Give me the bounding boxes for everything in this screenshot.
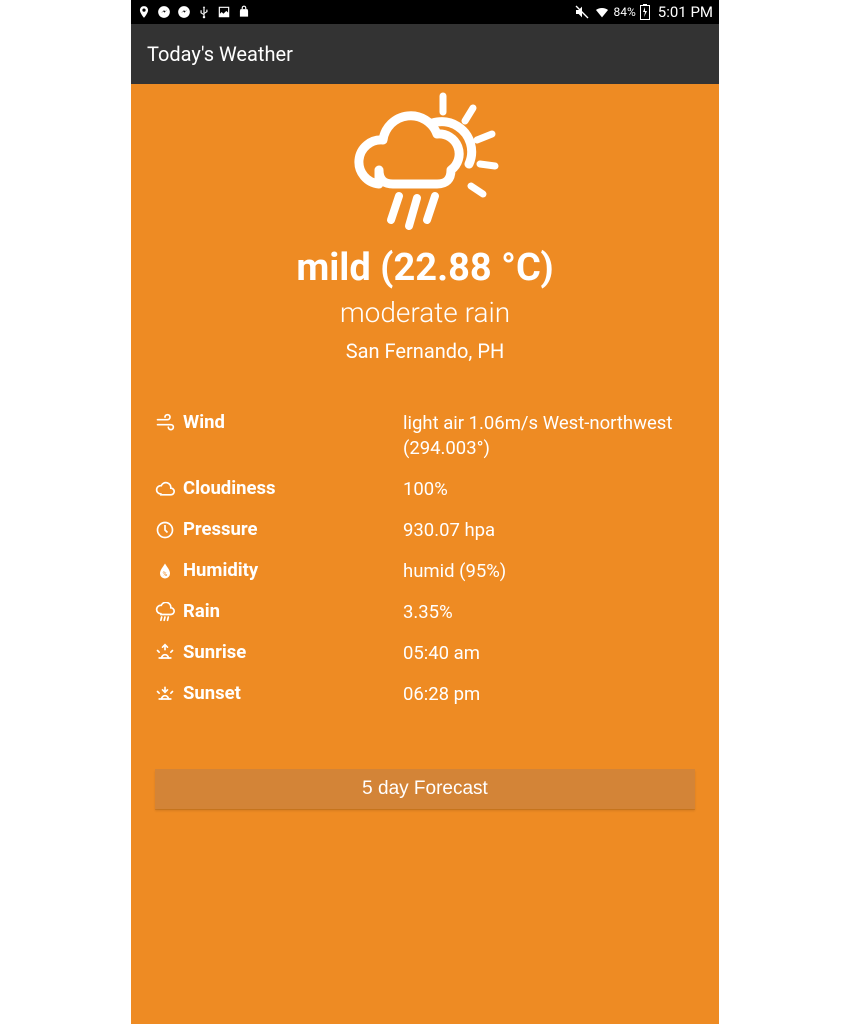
- metric-label: Cloudiness: [183, 477, 403, 499]
- location-icon: [137, 5, 151, 19]
- forecast-button[interactable]: 5 day Forecast: [155, 769, 695, 809]
- metric-row-cloudiness: Cloudiness 100%: [155, 469, 695, 510]
- status-right-icons: 84% 5:01 PM: [574, 3, 713, 21]
- sunrise-icon: [155, 641, 183, 663]
- messenger-icon: [157, 5, 171, 19]
- status-bar: 84% 5:01 PM: [131, 0, 719, 24]
- metric-label: Sunrise: [183, 641, 403, 663]
- metric-value: 100%: [403, 477, 695, 502]
- cloud-icon: [155, 477, 183, 499]
- mute-icon: [574, 4, 590, 20]
- metric-value: 930.07 hpa: [403, 518, 695, 543]
- metric-value: humid (95%): [403, 559, 695, 584]
- wifi-icon: [594, 4, 610, 20]
- status-left-icons: [137, 5, 251, 19]
- app-bar: Today's Weather: [131, 24, 719, 84]
- metric-label: Pressure: [183, 518, 403, 540]
- wind-icon: [155, 411, 183, 433]
- metric-row-pressure: Pressure 930.07 hpa: [155, 510, 695, 551]
- metric-row-sunset: Sunset 06:28 pm: [155, 674, 695, 715]
- metric-value: 3.35%: [403, 600, 695, 625]
- image-icon: [217, 5, 231, 19]
- main-content: mild (22.88 °C) moderate rain San Fernan…: [131, 84, 719, 1024]
- battery-percent: 84%: [614, 5, 636, 19]
- metric-value: 06:28 pm: [403, 682, 695, 707]
- hero-condition: moderate rain: [151, 296, 699, 329]
- metric-label: Humidity: [183, 559, 403, 581]
- svg-text:%: %: [163, 570, 168, 578]
- metric-value: 05:40 am: [403, 641, 695, 666]
- forecast-button-wrap: 5 day Forecast: [131, 715, 719, 809]
- store-icon: [237, 5, 251, 19]
- metric-row-humidity: % Humidity humid (95%): [155, 551, 695, 592]
- metric-value: light air 1.06m/s West-northwest (294.00…: [403, 411, 695, 461]
- messenger-icon: [177, 5, 191, 19]
- metric-label: Rain: [183, 600, 403, 622]
- weather-rain-sun-icon: [345, 92, 505, 242]
- metric-row-sunrise: Sunrise 05:40 am: [155, 633, 695, 674]
- battery-charging-icon: [640, 4, 650, 20]
- metric-row-wind: Wind light air 1.06m/s West-northwest (2…: [155, 403, 695, 469]
- app-bar-title: Today's Weather: [147, 42, 293, 66]
- metrics-list: Wind light air 1.06m/s West-northwest (2…: [131, 403, 719, 715]
- hero-section: mild (22.88 °C) moderate rain San Fernan…: [131, 84, 719, 403]
- device-frame: 84% 5:01 PM Today's Weather: [131, 0, 719, 1024]
- hero-location: San Fernando, PH: [151, 339, 699, 363]
- sunset-icon: [155, 682, 183, 704]
- metric-label: Sunset: [183, 682, 403, 704]
- metric-label: Wind: [183, 411, 403, 433]
- hero-headline: mild (22.88 °C): [151, 246, 699, 290]
- pressure-icon: [155, 518, 183, 540]
- forecast-button-label: 5 day Forecast: [362, 778, 488, 800]
- clock-text: 5:01 PM: [658, 3, 713, 21]
- rain-icon: [155, 600, 183, 622]
- usb-icon: [197, 5, 211, 19]
- metric-row-rain: Rain 3.35%: [155, 592, 695, 633]
- humidity-icon: %: [155, 559, 183, 581]
